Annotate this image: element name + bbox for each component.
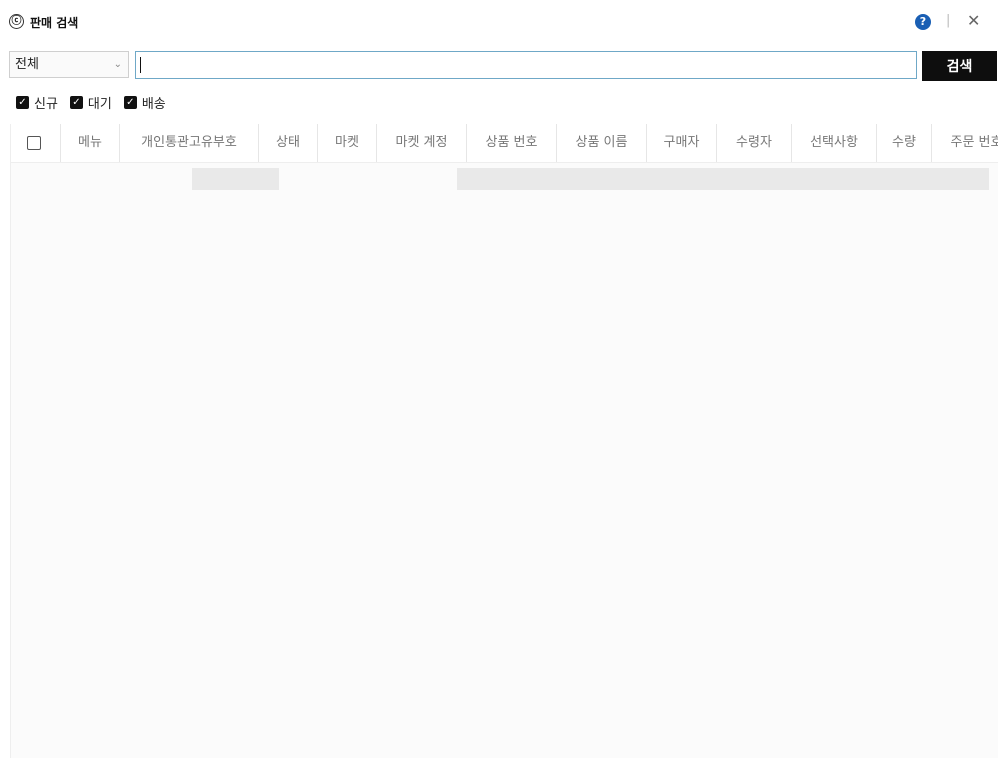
close-icon[interactable]: ✕ bbox=[967, 11, 980, 30]
column-header-status[interactable]: 상태 bbox=[259, 124, 318, 162]
select-all-cell bbox=[11, 124, 61, 162]
filter-label: 대기 bbox=[87, 96, 112, 112]
loading-placeholder bbox=[192, 168, 279, 190]
column-header-market[interactable]: 마켓 bbox=[318, 124, 377, 162]
text-caret bbox=[140, 57, 141, 73]
column-header-customs-code[interactable]: 개인통관고유부호 bbox=[120, 124, 259, 162]
title-separator: | bbox=[946, 13, 951, 28]
column-header-order-number[interactable]: 주문 번호 bbox=[932, 124, 998, 162]
window-title: 판매 검색 bbox=[30, 16, 79, 30]
checkbox-checked-icon[interactable]: ✓ bbox=[69, 95, 83, 109]
filter-label: 배송 bbox=[141, 96, 166, 112]
checkbox-checked-icon[interactable]: ✓ bbox=[16, 95, 29, 109]
chevron-down-icon: ⌄ bbox=[113, 59, 122, 70]
help-icon[interactable]: ? bbox=[915, 14, 931, 30]
table-header: 메뉴 개인통관고유부호 상태 마켓 마켓 계정 상품 번호 상품 이름 구매자 … bbox=[11, 124, 998, 163]
column-header-product-name[interactable]: 상품 이름 bbox=[557, 124, 647, 162]
orders-table: 메뉴 개인통관고유부호 상태 마켓 마켓 계정 상품 번호 상품 이름 구매자 … bbox=[10, 124, 998, 758]
column-header-options[interactable]: 선택사항 bbox=[792, 124, 877, 162]
select-all-checkbox[interactable] bbox=[27, 136, 41, 150]
search-scope-value: 전체 bbox=[15, 57, 39, 72]
filter-waiting[interactable]: ✓ 대기 bbox=[69, 93, 112, 112]
filter-label: 신규 bbox=[34, 96, 58, 112]
search-scope-select[interactable]: 전체 ⌄ bbox=[9, 51, 129, 78]
column-header-buyer[interactable]: 구매자 bbox=[647, 124, 717, 162]
column-header-recipient[interactable]: 수령자 bbox=[717, 124, 792, 162]
search-button[interactable]: 검색 bbox=[922, 51, 997, 81]
column-header-quantity[interactable]: 수량 bbox=[877, 124, 932, 162]
title-bar: ⓒ 판매 검색 ? | ✕ bbox=[0, 0, 998, 44]
column-header-market-account[interactable]: 마켓 계정 bbox=[377, 124, 467, 162]
filter-shipping[interactable]: ✓ 배송 bbox=[123, 93, 166, 112]
column-header-menu[interactable]: 메뉴 bbox=[61, 124, 120, 162]
filter-new[interactable]: ✓ 신규 bbox=[16, 93, 58, 112]
checkbox-checked-icon[interactable]: ✓ bbox=[123, 95, 137, 109]
column-header-product-number[interactable]: 상품 번호 bbox=[467, 124, 557, 162]
status-filters: ✓ 신규 ✓ 대기 ✓ 배송 bbox=[16, 93, 178, 112]
app-logo-icon: ⓒ bbox=[9, 14, 24, 29]
search-bar: 전체 ⌄ 검색 bbox=[0, 47, 998, 83]
loading-placeholder bbox=[457, 168, 989, 190]
search-input[interactable] bbox=[135, 51, 917, 79]
